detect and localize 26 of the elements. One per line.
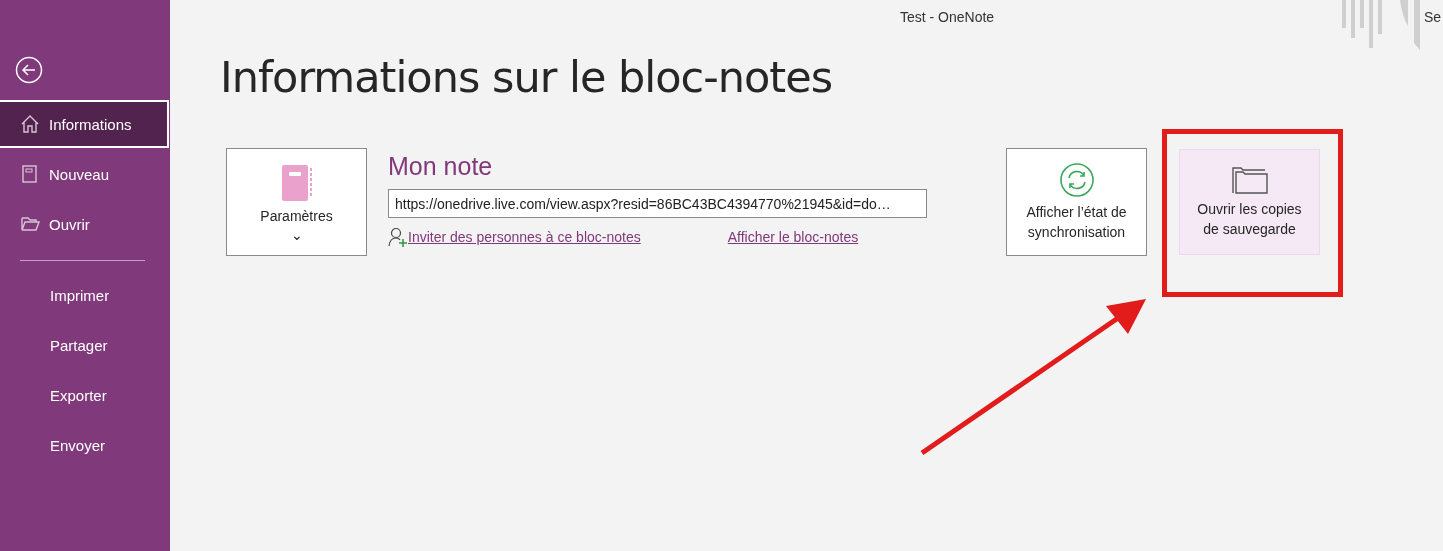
sync-icon	[1058, 162, 1095, 198]
backup-copies-button[interactable]: Ouvrir les copies de sauvegarde	[1179, 149, 1320, 255]
notebook-icon	[279, 164, 314, 202]
settings-button[interactable]: Paramètres ⌄	[226, 148, 367, 256]
notebook-name: Mon note	[388, 152, 494, 181]
caret-icon: ⌄	[290, 230, 303, 240]
account-name[interactable]: Se	[1424, 9, 1442, 25]
invite-link[interactable]: Inviter des personnes à ce bloc-notes	[408, 229, 641, 245]
sync-status-button[interactable]: Afficher l’état de synchronisation	[1006, 148, 1147, 256]
sidebar-item[interactable]: Nouveau	[0, 150, 169, 198]
back-icon[interactable]	[15, 56, 43, 84]
folder-icon	[20, 214, 40, 234]
sidebar-item[interactable]: Partager	[0, 321, 169, 369]
view-notebook-link[interactable]: Afficher le bloc-notes	[727, 229, 859, 245]
sidebar-item[interactable]: Exporter	[0, 371, 169, 419]
page-heading: Informations sur le bloc-notes	[220, 52, 834, 102]
folders-icon	[1231, 165, 1268, 195]
add-person-icon	[388, 227, 408, 247]
sidebar-item[interactable]: Imprimer	[0, 271, 169, 319]
home-icon	[20, 114, 40, 134]
sidebar-item[interactable]: Informations	[0, 100, 169, 148]
notebook-icon	[20, 164, 40, 184]
url-field[interactable]: https://onedrive.live.com/view.aspx?resid=86BC43BC4394770%21945&id=do…	[388, 189, 927, 218]
sidebar-item[interactable]: Ouvrir	[0, 200, 169, 248]
window-title: Test - OneNote	[900, 9, 995, 25]
sidebar-item[interactable]: Envoyer	[0, 421, 169, 469]
